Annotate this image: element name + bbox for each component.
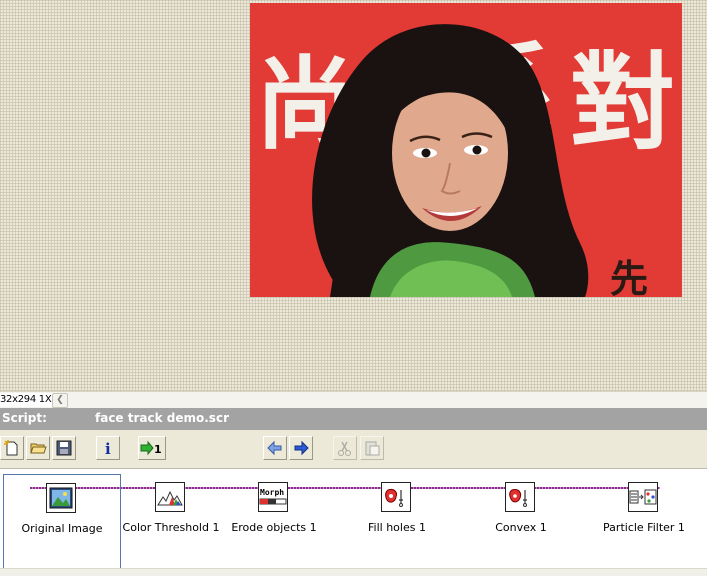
image-viewer[interactable]: 尚 系 對 先 xyxy=(0,0,707,391)
script-filename: face track demo.scr xyxy=(95,411,229,425)
step-erode-objects[interactable]: Morph Erode objects 1 xyxy=(215,474,333,570)
script-header: Script: face track demo.scr xyxy=(0,408,707,430)
arrow-right-icon xyxy=(294,440,309,456)
step-label: Convex 1 xyxy=(495,521,547,534)
open-script-button[interactable] xyxy=(26,436,50,460)
save-script-button[interactable] xyxy=(52,436,76,460)
svg-text:i: i xyxy=(105,440,111,457)
step-back-button[interactable] xyxy=(263,436,287,460)
displayed-image: 尚 系 對 先 xyxy=(250,3,682,297)
step-forward-button[interactable] xyxy=(289,436,313,460)
paste-step-button[interactable] xyxy=(360,436,384,460)
step-color-threshold[interactable]: Color Threshold 1 xyxy=(112,474,230,570)
save-disk-icon xyxy=(56,440,72,456)
step-label: Fill holes 1 xyxy=(368,521,426,534)
portrait-figure xyxy=(312,24,589,297)
open-folder-icon xyxy=(30,443,47,454)
fill-holes-icon xyxy=(381,482,411,512)
color-threshold-icon xyxy=(155,482,185,512)
step-label: Color Threshold 1 xyxy=(122,521,220,534)
step-label: Original Image xyxy=(21,522,103,535)
new-document-icon xyxy=(4,440,18,456)
script-toolbar: i 1 xyxy=(0,431,707,467)
particle-filter-icon xyxy=(628,482,658,512)
run-script-button[interactable]: 1 xyxy=(138,436,166,460)
scroll-left-button[interactable]: ❮ xyxy=(52,393,68,408)
run-step-icon: 1 xyxy=(140,440,162,456)
scissors-icon xyxy=(338,441,351,456)
info-button[interactable]: i xyxy=(96,436,120,460)
step-particle-filter[interactable]: Particle Filter 1 xyxy=(585,474,703,570)
new-script-button[interactable] xyxy=(0,436,24,460)
morph-icon-text: Morph xyxy=(260,488,284,497)
step-convex[interactable]: Convex 1 xyxy=(462,474,580,570)
step-label: Particle Filter 1 xyxy=(603,521,685,534)
cut-step-button[interactable] xyxy=(333,436,357,460)
status-bar: 32x294 1X ❮ xyxy=(0,391,707,408)
original-image-icon xyxy=(46,483,76,513)
svg-text:1: 1 xyxy=(154,443,162,456)
morph-icon: Morph xyxy=(258,482,288,512)
convex-icon xyxy=(505,482,535,512)
paste-icon xyxy=(365,441,380,456)
zoom-readout: 32x294 1X xyxy=(0,393,54,407)
script-label: Script: xyxy=(2,411,47,425)
info-icon: i xyxy=(105,440,111,457)
step-fill-holes[interactable]: Fill holes 1 xyxy=(338,474,456,570)
step-label: Erode objects 1 xyxy=(231,521,317,534)
script-steps-panel: Original Image Color Threshold 1 Morph E… xyxy=(0,468,707,576)
step-original-image[interactable]: Original Image xyxy=(3,474,121,570)
arrow-left-icon xyxy=(267,440,282,456)
